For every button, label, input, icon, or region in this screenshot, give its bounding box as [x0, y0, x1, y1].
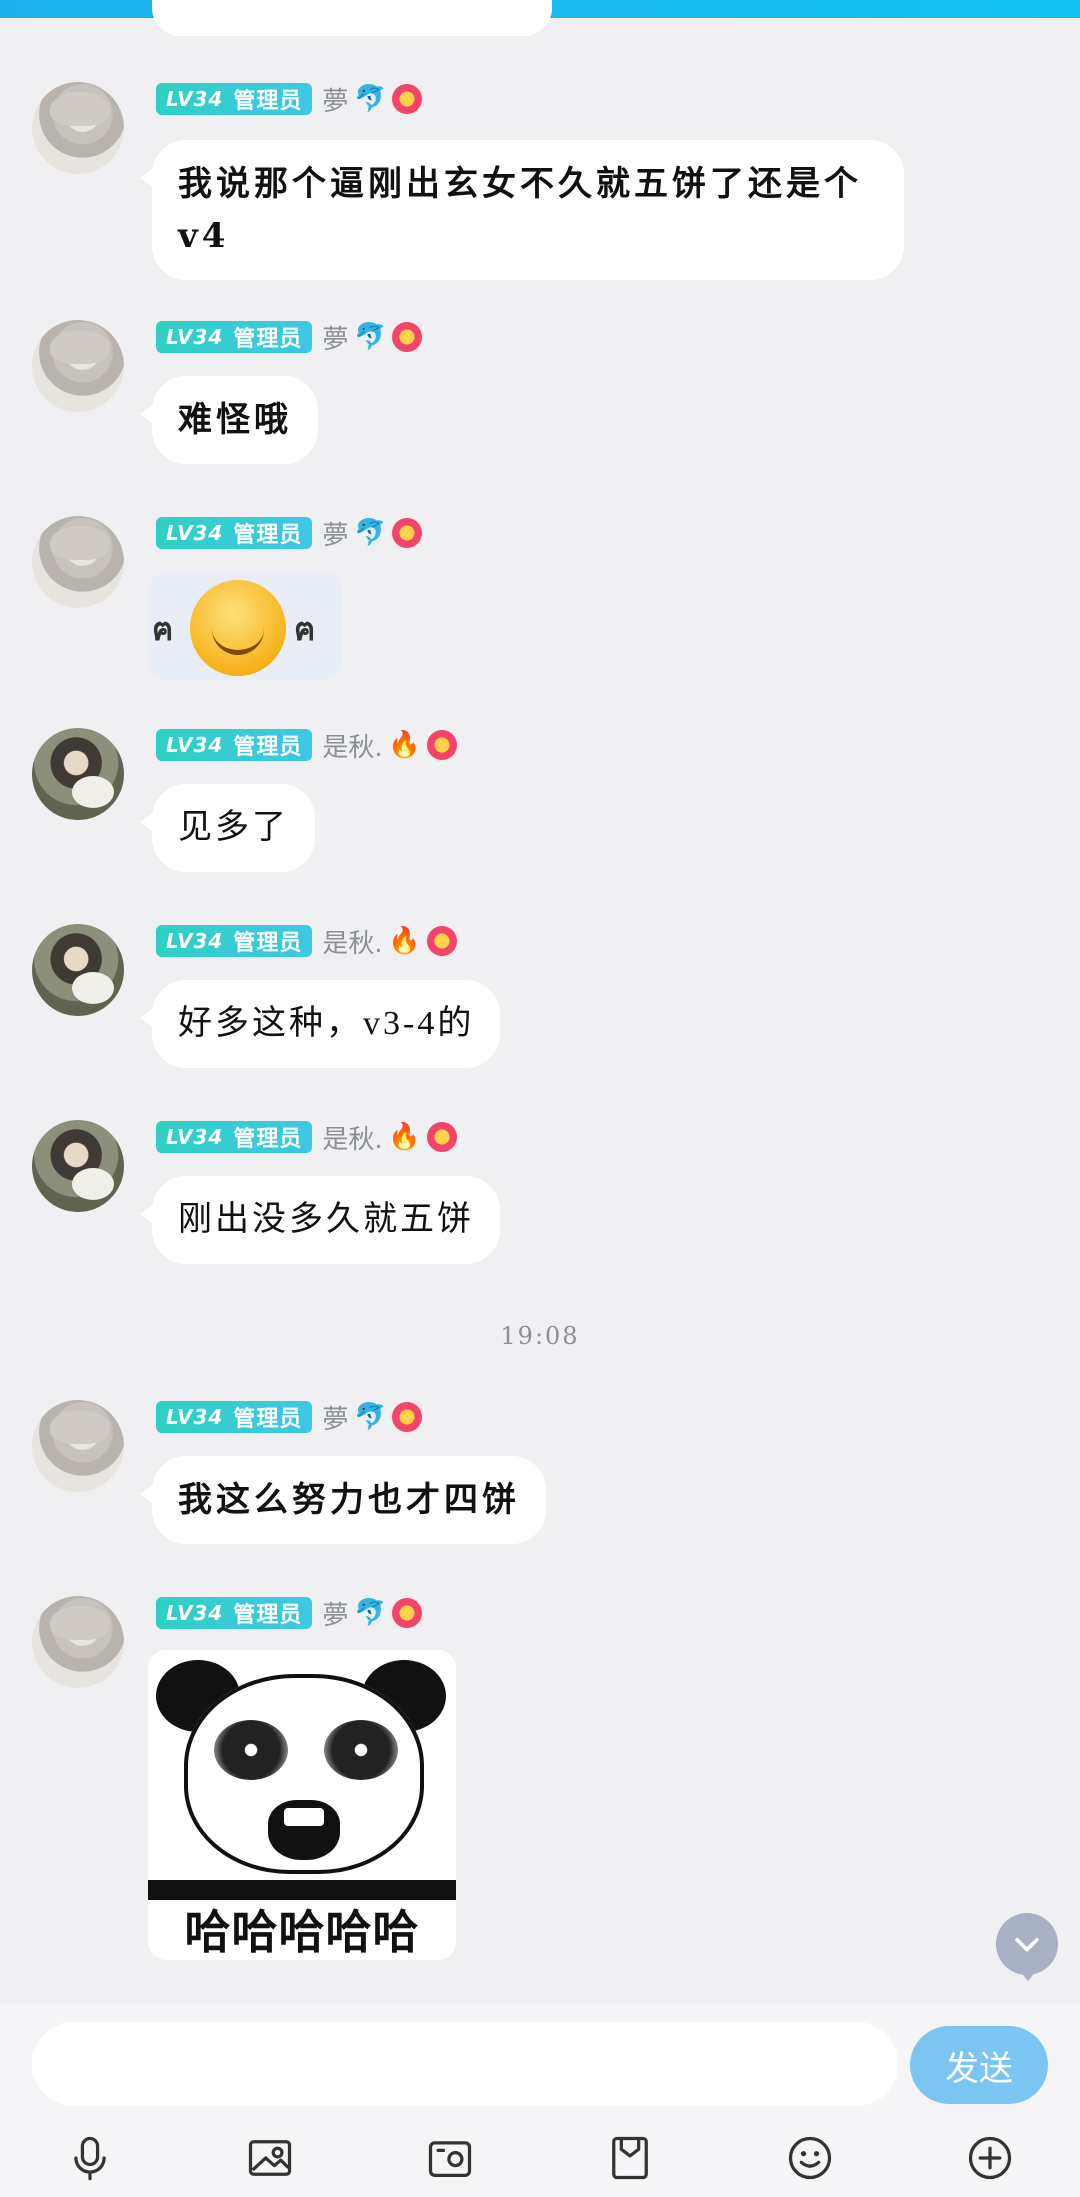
panda-laugh-sticker[interactable]: 哈哈哈哈哈 — [148, 1650, 456, 1960]
smiling-face-icon — [190, 580, 286, 676]
level-badge: LV34 管理员 — [156, 1597, 313, 1629]
avatar[interactable] — [32, 1400, 124, 1492]
flower-badge-icon — [392, 1598, 423, 1628]
hand-right-icon: ฅ — [294, 610, 316, 648]
dolphin-icon: 🐬 — [354, 84, 387, 114]
hand-left-icon: ฅ — [152, 610, 174, 648]
avatar[interactable] — [32, 320, 124, 412]
level-badge: LV34 管理员 — [156, 517, 313, 549]
flower-badge-icon — [392, 518, 423, 548]
more-button[interactable] — [960, 2128, 1020, 2188]
level-badge: LV34 管理员 — [156, 729, 313, 761]
username[interactable]: 夢 — [322, 1399, 348, 1436]
level-badge: LV34 管理员 — [156, 925, 313, 957]
avatar[interactable] — [32, 516, 124, 608]
username[interactable]: 夢 — [322, 515, 348, 552]
emoji-button[interactable] — [780, 2128, 840, 2188]
username[interactable]: 夢 — [322, 81, 348, 118]
message-input[interactable] — [32, 2022, 898, 2106]
file-button[interactable] — [600, 2128, 660, 2188]
level-badge: LV34 管理员 — [156, 321, 313, 353]
message-bubble[interactable]: 我这么努力也才四饼 — [140, 1456, 546, 1544]
message-bubble[interactable]: 我说那个逼刚出玄女不久就五饼了还是个v4 — [140, 140, 904, 280]
username[interactable]: 夢 — [322, 1595, 348, 1632]
message-bubble[interactable]: 好多这种，v3-4的 — [139, 980, 501, 1068]
fire-icon: 🔥 — [388, 1122, 421, 1152]
send-button[interactable]: 发送 — [910, 2026, 1048, 2104]
flower-badge-icon — [392, 1402, 423, 1432]
message-meta: LV34 管理员 是秋. 🔥 — [156, 923, 457, 960]
timestamp-divider: 19:08 — [500, 1322, 580, 1350]
plus-icon — [968, 2136, 1012, 2180]
message-composer: 发送 — [0, 2004, 1080, 2197]
message-meta: LV34 管理员 夢 🐬 — [156, 81, 423, 118]
message-meta: LV34 管理员 夢 🐬 — [156, 319, 423, 356]
microphone-icon — [74, 2136, 106, 2181]
message-meta: LV34 管理员 是秋. 🔥 — [156, 727, 457, 764]
message-meta: LV34 管理员 是秋. 🔥 — [156, 1119, 457, 1156]
level-badge: LV34 管理员 — [156, 83, 313, 115]
file-icon — [612, 2136, 648, 2180]
flower-badge-icon — [392, 84, 423, 114]
image-icon — [248, 2140, 292, 2176]
previous-message-bubble — [152, 0, 552, 36]
avatar[interactable] — [32, 728, 124, 820]
gallery-button[interactable] — [240, 2128, 300, 2188]
scroll-to-bottom-button[interactable] — [996, 1913, 1058, 1981]
message-bubble[interactable]: 见多了 — [140, 784, 315, 872]
camera-icon — [428, 2141, 472, 2177]
username[interactable]: 是秋. — [322, 1119, 382, 1156]
panda-eye — [324, 1720, 398, 1780]
flower-badge-icon — [392, 322, 423, 352]
dolphin-icon: 🐬 — [354, 1402, 387, 1432]
flower-badge-icon — [426, 926, 457, 956]
emoji-icon — [788, 2136, 832, 2180]
message-meta: LV34 管理员 夢 🐬 — [156, 515, 423, 552]
message-meta: LV34 管理员 夢 🐬 — [156, 1399, 423, 1436]
dolphin-icon: 🐬 — [354, 1598, 387, 1628]
panda-mouth — [268, 1800, 340, 1860]
sticker-caption: 哈哈哈哈哈 — [184, 1905, 420, 1959]
avatar[interactable] — [32, 1596, 124, 1688]
fire-icon: 🔥 — [388, 730, 421, 760]
composer-toolbar — [0, 2122, 1080, 2192]
avatar[interactable] — [32, 1120, 124, 1212]
camera-button[interactable] — [420, 2128, 480, 2188]
username[interactable]: 是秋. — [322, 923, 382, 960]
fire-icon: 🔥 — [388, 926, 421, 956]
smiling-face-sticker[interactable]: ฅ ฅ — [148, 572, 342, 680]
dolphin-icon: 🐬 — [354, 518, 387, 548]
message-bubble[interactable]: 刚出没多久就五饼 — [140, 1176, 500, 1264]
avatar[interactable] — [32, 924, 124, 1016]
avatar[interactable] — [32, 82, 124, 174]
username[interactable]: 夢 — [322, 319, 348, 356]
level-badge: LV34 管理员 — [156, 1401, 313, 1433]
flower-badge-icon — [426, 1122, 457, 1152]
flower-badge-icon — [426, 730, 457, 760]
dolphin-icon: 🐬 — [354, 322, 387, 352]
message-meta: LV34 管理员 夢 🐬 — [156, 1595, 423, 1632]
message-bubble[interactable]: 难怪哦 — [140, 376, 318, 464]
level-badge: LV34 管理员 — [156, 1121, 313, 1153]
voice-button[interactable] — [60, 2128, 120, 2188]
chevron-down-icon — [1015, 1937, 1039, 1952]
username[interactable]: 是秋. — [322, 727, 382, 764]
panda-eye — [214, 1720, 288, 1780]
